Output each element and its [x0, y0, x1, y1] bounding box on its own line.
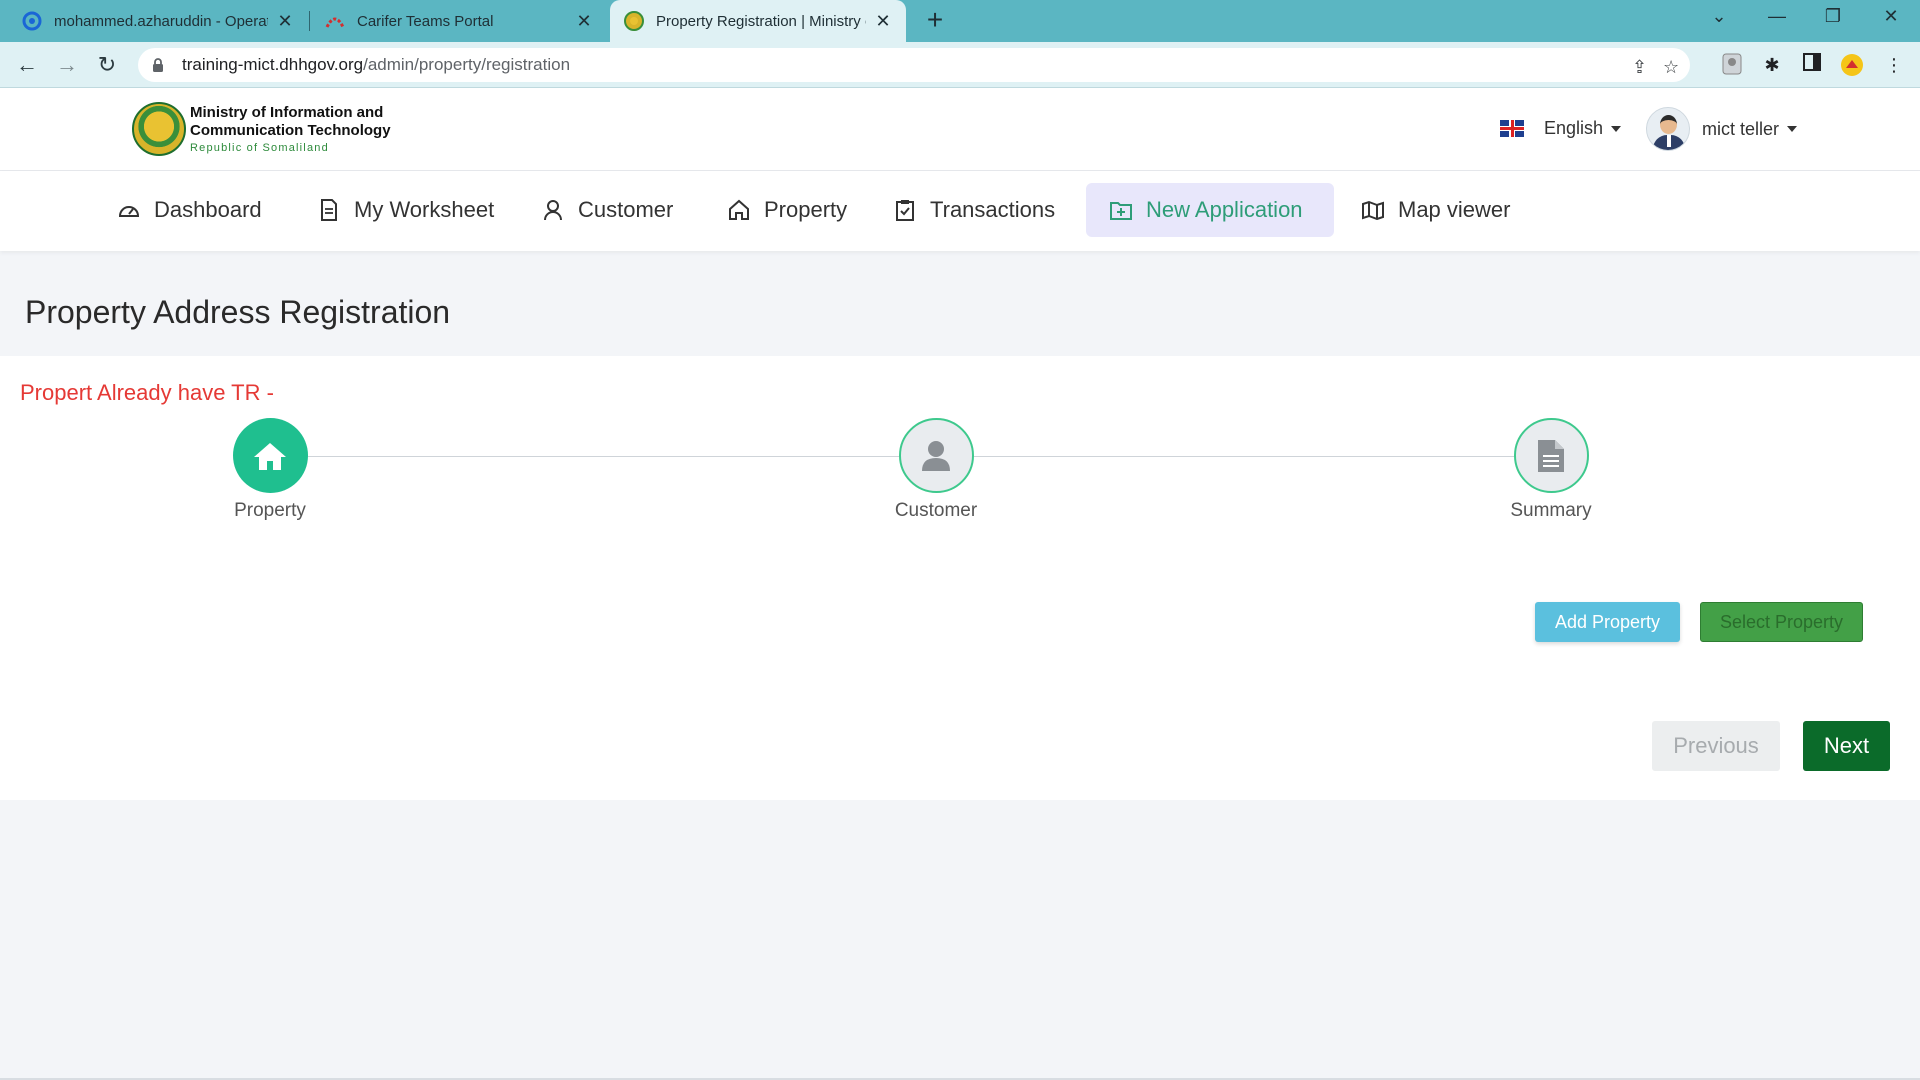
side-panel-icon[interactable]	[1800, 53, 1824, 77]
nav-label: Customer	[578, 197, 674, 222]
logo-line-1: Ministry of Information and	[190, 104, 384, 121]
caret-down-icon	[1611, 125, 1622, 132]
app-header: Ministry of Information and Communicatio…	[0, 88, 1920, 171]
home-icon	[254, 442, 286, 470]
step-label: Customer	[894, 500, 978, 521]
map-icon	[1360, 197, 1386, 223]
step-label: Property	[234, 500, 306, 521]
close-tab-icon[interactable]: ✕	[874, 11, 892, 32]
caret-down-icon	[1787, 126, 1798, 132]
registration-card: Propert Already have TR - Property Custo…	[0, 356, 1920, 800]
step-summary[interactable]: Summary	[1491, 418, 1611, 522]
step-property[interactable]: Property	[210, 418, 330, 522]
user-menu[interactable]: mict teller	[1646, 107, 1798, 151]
tab-title: Carifer Teams Portal	[357, 12, 494, 30]
clipboard-check-icon	[892, 197, 918, 223]
nav-label: Dashboard	[154, 197, 262, 222]
extensions-puzzle-icon[interactable]: ✱	[1760, 53, 1784, 77]
address-bar[interactable]: training-mict.dhhgov.org/admin/property/…	[138, 48, 1690, 82]
reload-icon[interactable]: ↻	[92, 50, 122, 80]
carifer-favicon-icon	[325, 11, 345, 31]
select-property-button[interactable]: Select Property	[1700, 602, 1863, 642]
nav-label: My Worksheet	[354, 197, 495, 222]
minimize-icon[interactable]: —	[1762, 6, 1792, 27]
browser-tabbar: mohammed.azharuddin - Operat ✕ Carifer T…	[0, 0, 1920, 42]
url-path: /admin/property/registration	[363, 55, 571, 74]
nav-item-customer[interactable]: Customer	[518, 183, 695, 237]
nav-item-dashboard[interactable]: Dashboard	[94, 183, 284, 237]
home-icon	[726, 197, 752, 223]
step-customer[interactable]: Customer	[876, 418, 996, 522]
tab-divider	[309, 11, 310, 31]
share-icon[interactable]: ⇪	[1632, 57, 1647, 78]
uk-flag-icon	[1500, 120, 1524, 137]
user-icon	[922, 440, 950, 471]
page-title: Property Address Registration	[25, 294, 451, 330]
profile-avatar-icon[interactable]	[1840, 53, 1864, 77]
logo-line-3: Republic of Somaliland	[190, 142, 329, 154]
add-property-button[interactable]: Add Property	[1535, 602, 1680, 642]
user-name: mict teller	[1702, 118, 1780, 139]
folder-plus-icon	[1108, 197, 1134, 223]
browser-toolbar: ← → ↻ training-mict.dhhgov.org/admin/pro…	[0, 42, 1920, 88]
close-window-icon[interactable]: ✕	[1876, 6, 1906, 27]
bookmark-star-icon[interactable]: ☆	[1663, 57, 1679, 78]
browser-tab-property-registration[interactable]: Property Registration | Ministry o ✕	[610, 0, 906, 42]
previous-button[interactable]: Previous	[1652, 721, 1780, 771]
url-host: training-mict.dhhgov.org	[182, 55, 364, 74]
close-tab-icon[interactable]: ✕	[276, 11, 294, 32]
ministry-logo-text: Ministry of Information and Communicatio…	[190, 104, 391, 154]
nav-item-transactions[interactable]: Transactions	[870, 183, 1077, 237]
next-button[interactable]: Next	[1803, 721, 1890, 771]
nav-item-my-worksheet[interactable]: My Worksheet	[294, 183, 516, 237]
close-tab-icon[interactable]: ✕	[575, 11, 593, 32]
gauge-icon	[116, 197, 142, 223]
lock-icon	[152, 58, 164, 72]
nav-label: Map viewer	[1398, 197, 1511, 222]
back-arrow-icon[interactable]: ←	[12, 50, 42, 80]
nav-item-map-viewer[interactable]: Map viewer	[1338, 183, 1532, 237]
nav-item-new-application[interactable]: New Application	[1086, 183, 1334, 237]
browser-tab-carifer[interactable]: Carifer Teams Portal ✕	[311, 0, 607, 42]
main-navigation: Dashboard My Worksheet Customer Property…	[0, 171, 1920, 251]
forward-arrow-icon[interactable]: →	[52, 50, 82, 80]
document-icon	[316, 197, 342, 223]
operations-favicon-icon	[22, 11, 42, 31]
tab-title: mohammed.azharuddin - Operat	[54, 12, 268, 30]
nav-label: Transactions	[930, 197, 1056, 222]
tab-search-chevron-icon[interactable]: ⌄	[1704, 6, 1734, 27]
ministry-seal-logo	[132, 102, 186, 156]
user-icon	[540, 197, 566, 223]
tab-title: Property Registration | Ministry o	[656, 12, 866, 30]
step-label: Summary	[1510, 500, 1592, 521]
browser-menu-icon[interactable]: ⋮	[1882, 53, 1906, 77]
step-customer-circle	[898, 418, 974, 493]
avatar	[1646, 107, 1690, 151]
logo-line-2: Communication Technology	[190, 122, 391, 139]
nav-item-property[interactable]: Property	[704, 183, 869, 237]
extension-profile-icon[interactable]	[1720, 53, 1744, 77]
url-text: training-mict.dhhgov.org/admin/property/…	[182, 55, 570, 75]
browser-tab-operations[interactable]: mohammed.azharuddin - Operat ✕	[8, 0, 308, 42]
restore-icon[interactable]: ❐	[1818, 6, 1848, 27]
warning-message: Propert Already have TR -	[20, 380, 274, 405]
language-label: English	[1544, 118, 1604, 138]
language-selector[interactable]: English	[1500, 118, 1622, 139]
new-tab-icon[interactable]: +	[920, 4, 950, 36]
step-property-circle	[232, 418, 308, 493]
ministry-seal-favicon-icon	[624, 11, 644, 31]
document-icon	[1538, 439, 1564, 472]
nav-label: Property	[764, 197, 848, 222]
nav-label: New Application	[1146, 197, 1303, 222]
step-summary-circle	[1513, 418, 1589, 493]
